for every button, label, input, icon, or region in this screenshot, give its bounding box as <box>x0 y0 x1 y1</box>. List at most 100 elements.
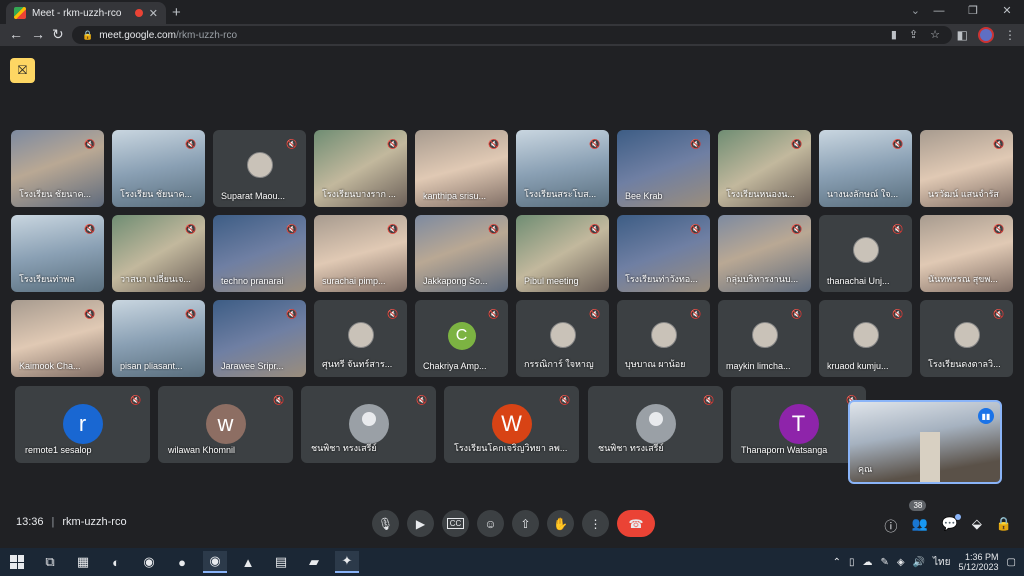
tray-pen-icon[interactable]: ✎ <box>880 557 888 568</box>
participant-name: ชนพิชา ทรงเสรีย์ <box>311 443 377 453</box>
notifications-icon[interactable]: ▢ <box>1007 557 1016 568</box>
participant-tile[interactable]: 🔇 โรงเรียนท่าวังทอ... <box>617 215 710 292</box>
microphone-button[interactable]: 🎙 <box>372 510 399 537</box>
reload-button[interactable]: ↻ <box>52 26 64 43</box>
file-explorer-icon[interactable]: ▰ <box>302 551 326 573</box>
participant-tile[interactable]: 🔇 Jakkapong So... <box>415 215 508 292</box>
participant-tile[interactable]: 🔇 Jarawee Sripr... <box>213 300 306 377</box>
participant-tile[interactable]: 🔇 thanachai Unj... <box>819 215 912 292</box>
participant-tile[interactable]: 🔇 pisan pliasant... <box>112 300 205 377</box>
participant-tile[interactable]: 🔇 maykin limcha... <box>718 300 811 377</box>
participant-tile[interactable]: 🔇 W โรงเรียนโคกเจริญวิทยา ลพ... <box>444 386 579 463</box>
participant-tile[interactable]: 🔇 โรงเรียน ชัยนาค... <box>11 130 104 207</box>
people-button[interactable]: 38 👥 <box>909 500 928 535</box>
default-avatar-icon <box>635 404 676 444</box>
tray-overflow-icon[interactable]: ⌃ <box>833 557 841 568</box>
participant-tile[interactable]: 🔇 kruaod kumju... <box>819 300 912 377</box>
participant-tile[interactable]: 🔇 วาสนา เปลี่ยนเจ... <box>112 215 205 292</box>
self-view-tile[interactable]: ▮▮ คุณ <box>848 400 1002 484</box>
address-bar[interactable]: 🔒 meet.google.com/rkm-uzzh-rco <box>72 26 952 44</box>
forward-button[interactable]: → <box>31 26 45 42</box>
participant-avatar: r <box>62 404 103 444</box>
host-controls-lock-icon[interactable]: 🔒 <box>996 516 1012 535</box>
bookmark-star-icon[interactable]: ☆ <box>930 28 940 41</box>
reactions-button[interactable]: ☺ <box>477 510 504 537</box>
meeting-details-icon[interactable]: ⓘ <box>884 516 897 535</box>
participant-tile[interactable]: 🔇 โรงเรียน ชัยนาค... <box>112 130 205 207</box>
host-controls-icon[interactable]: ⛝ <box>10 58 35 83</box>
close-window-button[interactable]: ✕ <box>990 0 1024 24</box>
end-call-button[interactable]: ☎ <box>617 510 655 537</box>
participant-tile[interactable]: 🔇 บุษบาณ ผาน้อย <box>617 300 710 377</box>
participant-tile[interactable]: 🔇 r remote1 sesalop <box>15 386 150 463</box>
meeting-code: rkm-uzzh-rco <box>62 516 127 528</box>
store-icon[interactable]: ▦ <box>71 551 95 573</box>
participant-tile[interactable]: 🔇 kanthipa srisu... <box>415 130 508 207</box>
tab-search-icon[interactable]: ⌄ <box>911 4 920 17</box>
windows-taskbar: ⧉ ▦ ◐ ◉ ● ◉ ▲ ▤ ▰ ✦ ⌃ ▯ ☁ ✎ ◈ 🔊 ไทย 1:36… <box>0 548 1024 576</box>
participant-name: maykin limcha... <box>726 361 791 371</box>
participant-tile[interactable]: 🔇 Pibul meeting <box>516 215 609 292</box>
mic-off-icon: 🔇 <box>690 138 702 149</box>
chat-button[interactable]: 💬 <box>942 514 961 535</box>
participant-tile[interactable]: 🔇 นันทพรรณ สุขพ... <box>920 215 1013 292</box>
profile-avatar[interactable] <box>978 27 994 43</box>
share-icon[interactable]: ⇪ <box>909 28 918 41</box>
participant-tile[interactable]: 🔇 w wilawan Khomnil <box>158 386 293 463</box>
input-language[interactable]: ไทย <box>933 555 950 570</box>
participant-avatar: w <box>205 404 246 444</box>
self-view-scene <box>920 432 940 482</box>
windows-start-icon[interactable] <box>10 555 24 569</box>
participant-tile[interactable]: 🔇 surachai pimp... <box>314 215 407 292</box>
tray-cloud-icon[interactable]: ☁ <box>862 557 872 568</box>
present-button[interactable]: ⇧ <box>512 510 539 537</box>
browser-tab-meet[interactable]: Meet - rkm-uzzh-rco ✕ <box>6 2 166 24</box>
tray-app-icon[interactable]: ▯ <box>849 557 855 568</box>
participant-tile[interactable]: 🔇 ศุนทรี จันทร์สาร... <box>314 300 407 377</box>
mic-off-icon: 🔇 <box>185 223 197 234</box>
camera-button[interactable]: ▶ <box>407 510 434 537</box>
captions-button[interactable]: CC <box>442 510 469 537</box>
notes-icon[interactable]: ▤ <box>269 551 293 573</box>
participant-tile[interactable]: 🔇 โรงเรียนสระโบส... <box>516 130 609 207</box>
participant-tile[interactable]: 🔇 โรงเรียนท่าพล <box>11 215 104 292</box>
edge-icon[interactable]: ◐ <box>104 551 128 573</box>
chrome-menu-icon[interactable]: ⋮ <box>1004 28 1016 42</box>
participant-tile[interactable]: 🔇 นรวัฒน์ แสนจำรัส <box>920 130 1013 207</box>
chrome-icon[interactable]: ◉ <box>137 551 161 573</box>
camera-in-use-icon[interactable]: ▮ <box>891 28 897 41</box>
chrome-active-icon[interactable]: ◉ <box>203 551 227 573</box>
tray-network-icon[interactable]: ◈ <box>897 557 905 568</box>
participant-tile[interactable]: 🔇 นางนงลักษณ์ ใจ... <box>819 130 912 207</box>
back-button[interactable]: ← <box>9 26 23 42</box>
participant-tile[interactable]: 🔇 ชนพิชา ทรงเสรีย์ <box>301 386 436 463</box>
tab-close-icon[interactable]: ✕ <box>149 7 158 20</box>
mic-off-icon: 🔇 <box>416 394 428 405</box>
task-view-icon[interactable]: ⧉ <box>38 551 62 573</box>
minimize-button[interactable]: — <box>922 0 956 24</box>
tray-volume-icon[interactable]: 🔊 <box>913 557 925 568</box>
participant-tile[interactable]: 🔇 C Chakriya Amp... <box>415 300 508 377</box>
participant-tile[interactable]: 🔇 techno pranarai <box>213 215 306 292</box>
participant-tile[interactable]: 🔇 โรงเรียนบางราก ... <box>314 130 407 207</box>
photos-icon[interactable]: ▲ <box>236 551 260 573</box>
more-options-button[interactable]: ⋮ <box>582 510 609 537</box>
taskbar-clock[interactable]: 1:36 PM 5/12/2023 <box>959 552 999 572</box>
participant-tile[interactable]: 🔇 Suparat Maou... <box>213 130 306 207</box>
participant-tile[interactable]: 🔇 Kaimook Cha... <box>11 300 104 377</box>
participant-tile[interactable]: 🔇 กลุ่มบริหารงานบ... <box>718 215 811 292</box>
participant-tile[interactable]: 🔇 ชนพิชา ทรงเสรีย์ <box>588 386 723 463</box>
maximize-button[interactable]: ❐ <box>956 0 990 24</box>
participant-tile[interactable]: 🔇 กรรณิการ์ ใจหาญ <box>516 300 609 377</box>
raise-hand-button[interactable]: ✋ <box>547 510 574 537</box>
participant-name: โรงเรียนโคกเจริญวิทยา ลพ... <box>454 443 568 453</box>
participant-tile[interactable]: 🔇 โรงเรียนดงตาลวิ... <box>920 300 1013 377</box>
side-panel-icon[interactable]: ◧ <box>957 28 968 42</box>
app-active-icon[interactable]: ✦ <box>335 551 359 573</box>
activities-icon[interactable]: ⬙ <box>972 516 982 535</box>
zoom-icon[interactable]: ● <box>170 551 194 573</box>
participant-tile[interactable]: 🔇TThanaporn Watsanga <box>731 386 866 463</box>
new-tab-button[interactable]: + <box>172 4 181 21</box>
participant-tile[interactable]: 🔇 โรงเรียนหนองน... <box>718 130 811 207</box>
participant-tile[interactable]: 🔇 Bee Krab <box>617 130 710 207</box>
